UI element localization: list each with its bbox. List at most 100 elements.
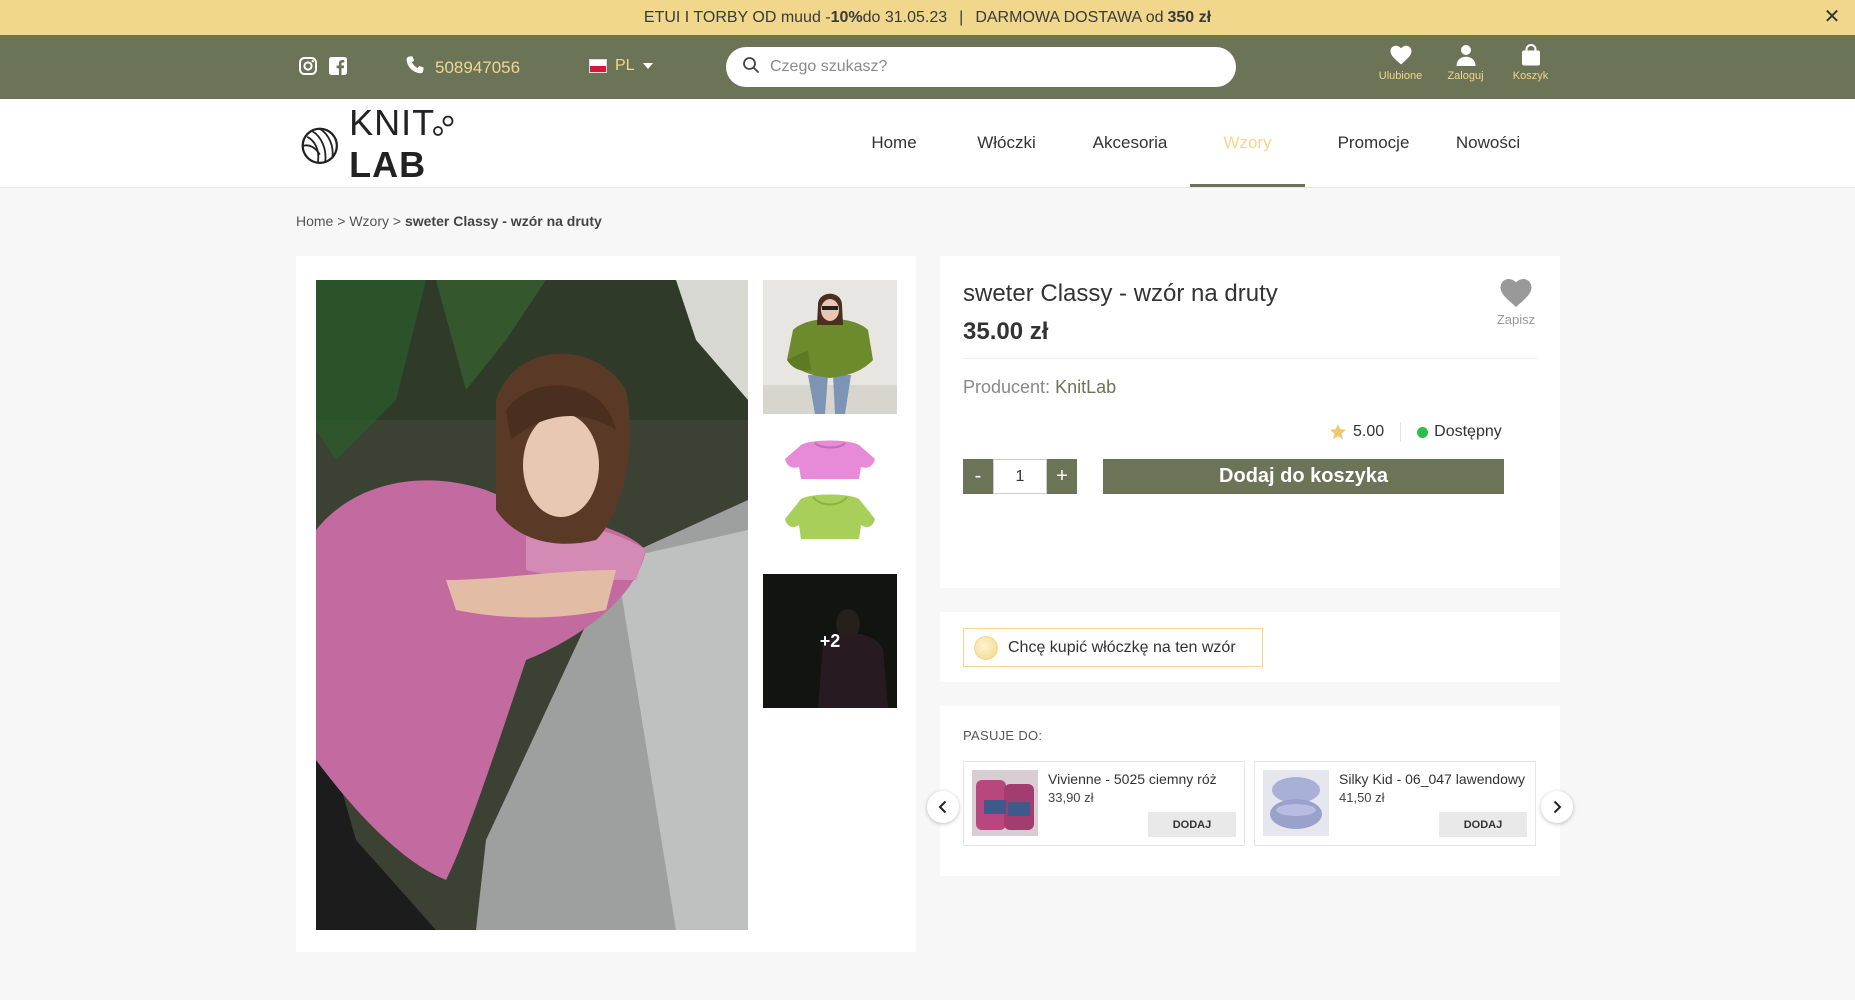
related-add-button[interactable]: DODAJ bbox=[1439, 812, 1527, 837]
promo-separator: | bbox=[959, 8, 964, 26]
pink-yarn-image bbox=[972, 770, 1038, 836]
main-nav: Home Włóczki Akcesoria Wzory Promocje No… bbox=[845, 99, 1534, 187]
promo-threshold: 350 zł bbox=[1167, 8, 1212, 26]
language-selector[interactable]: PL bbox=[589, 57, 653, 75]
breadcrumb-home[interactable]: Home bbox=[296, 213, 333, 229]
availability-dot-icon bbox=[1417, 426, 1429, 438]
promo-text-1: ETUI I TORBY OD muud - bbox=[643, 8, 831, 26]
yarn-ball-icon bbox=[974, 635, 998, 660]
search-icon bbox=[742, 56, 760, 79]
related-add-button[interactable]: DODAJ bbox=[1148, 812, 1236, 837]
search-box bbox=[726, 47, 1236, 87]
producer-label: Producent: bbox=[963, 377, 1051, 397]
save-button[interactable]: Zapisz bbox=[1490, 278, 1542, 327]
knitlab-logo[interactable]: KNIT LAB bbox=[300, 102, 505, 185]
favorites-label: Ulubione bbox=[1378, 70, 1423, 82]
buy-yarn-label: Chcę kupić włóczkę na ten wzór bbox=[1008, 638, 1236, 656]
related-product-card[interactable]: Silky Kid - 06_047 lawendowy 41,50 zł DO… bbox=[1254, 761, 1536, 846]
availability-status: Dostępny bbox=[1434, 423, 1502, 440]
sweater-illustration-image bbox=[763, 427, 897, 561]
star-icon bbox=[1330, 424, 1346, 440]
nav-accessories[interactable]: Akcesoria bbox=[1070, 99, 1190, 187]
promo-close-button[interactable]: ✕ bbox=[1821, 6, 1843, 28]
breadcrumb: Home > Wzory > sweter Classy - wzór na d… bbox=[296, 213, 602, 229]
nav-promotions[interactable]: Promocje bbox=[1305, 99, 1442, 187]
promo-bar: ETUI I TORBY OD muud - 10% do 31.05.23 |… bbox=[0, 0, 1855, 35]
promo-discount: 10% bbox=[830, 8, 863, 26]
search-input[interactable] bbox=[770, 58, 1190, 76]
rating-availability: 5.00 Dostępny bbox=[1329, 422, 1502, 442]
carousel-prev-button[interactable] bbox=[927, 791, 959, 823]
product-info: sweter Classy - wzór na druty 35.00 zł Z… bbox=[940, 256, 1560, 588]
nav-new[interactable]: Nowości bbox=[1442, 99, 1534, 187]
instagram-icon[interactable] bbox=[298, 56, 318, 76]
related-product-price: 33,90 zł bbox=[1048, 790, 1094, 805]
related-title: PASUJE DO: bbox=[963, 728, 1043, 743]
related-products: PASUJE DO: Vivienne - 5025 ciemny róż 33… bbox=[927, 706, 1573, 876]
thumbnail-1[interactable] bbox=[763, 280, 897, 414]
heart-icon bbox=[1500, 279, 1532, 307]
related-product-image bbox=[1263, 770, 1329, 836]
poland-flag-icon bbox=[589, 59, 607, 73]
related-product-name: Silky Kid - 06_047 lawendowy bbox=[1339, 771, 1525, 787]
product-price: 35.00 zł bbox=[963, 318, 1049, 345]
buy-yarn-section: Chcę kupić włóczkę na ten wzór bbox=[940, 612, 1560, 682]
favorites-button[interactable]: Ulubione bbox=[1368, 43, 1433, 82]
rating-value: 5.00 bbox=[1353, 423, 1385, 440]
breadcrumb-separator: > bbox=[337, 213, 346, 229]
buy-yarn-button[interactable]: Chcę kupić włóczkę na ten wzór bbox=[963, 628, 1263, 667]
logo-wordmark: KNIT LAB bbox=[349, 102, 435, 185]
related-product-image bbox=[972, 770, 1038, 836]
cart-button[interactable]: Koszyk bbox=[1498, 43, 1563, 82]
quantity-minus-button[interactable]: - bbox=[963, 459, 993, 494]
info-divider bbox=[963, 358, 1537, 359]
bubbles-icon bbox=[433, 115, 454, 136]
thumbnail-more[interactable]: +2 bbox=[763, 574, 897, 708]
user-icon bbox=[1456, 45, 1475, 66]
nav-yarns[interactable]: Włóczki bbox=[943, 99, 1070, 187]
login-label: Zaloguj bbox=[1447, 70, 1484, 82]
chevron-left-icon bbox=[938, 800, 947, 814]
main-product-photo[interactable] bbox=[316, 280, 748, 930]
nav-home[interactable]: Home bbox=[845, 99, 943, 187]
social-links bbox=[298, 56, 348, 76]
thumbnail-2[interactable] bbox=[763, 427, 897, 561]
woman-in-pink-sweater-image bbox=[316, 280, 748, 930]
login-button[interactable]: Zaloguj bbox=[1433, 43, 1498, 82]
language-code: PL bbox=[615, 57, 635, 74]
top-bar: 508947056 PL Ulubione Zaloguj Koszyk bbox=[0, 35, 1855, 99]
phone-number: 508947056 bbox=[435, 57, 521, 77]
carousel-next-button[interactable] bbox=[1541, 791, 1573, 823]
phone-icon bbox=[405, 55, 425, 80]
chevron-down-icon bbox=[642, 63, 653, 69]
breadcrumb-patterns[interactable]: Wzory bbox=[349, 213, 389, 229]
related-product-card[interactable]: Vivienne - 5025 ciemny róż 33,90 zł DODA… bbox=[963, 761, 1245, 846]
bag-icon bbox=[1521, 43, 1540, 66]
user-actions: Ulubione Zaloguj Koszyk bbox=[1368, 43, 1563, 82]
promo-text-2: do 31.05.23 bbox=[862, 8, 948, 26]
site-header: KNIT LAB Home Włóczki Akcesoria Wzory Pr… bbox=[0, 99, 1855, 188]
quantity-stepper: - + bbox=[963, 459, 1077, 494]
nav-patterns[interactable]: Wzory bbox=[1190, 99, 1305, 187]
breadcrumb-current: sweter Classy - wzór na druty bbox=[404, 213, 602, 229]
facebook-icon[interactable] bbox=[328, 56, 348, 76]
rating-divider bbox=[1400, 422, 1402, 442]
product-gallery: +2 bbox=[296, 256, 916, 952]
breadcrumb-separator: > bbox=[392, 213, 402, 229]
chevron-right-icon bbox=[1553, 800, 1562, 814]
add-to-cart-button[interactable]: Dodaj do koszyka bbox=[1103, 459, 1504, 494]
related-product-price: 41,50 zł bbox=[1339, 790, 1385, 805]
quantity-input[interactable] bbox=[993, 459, 1047, 494]
lavender-yarn-image bbox=[1263, 770, 1329, 836]
quantity-plus-button[interactable]: + bbox=[1047, 459, 1077, 494]
more-photos-count: +2 bbox=[819, 630, 841, 651]
cart-label: Koszyk bbox=[1512, 70, 1549, 82]
product-title: sweter Classy - wzór na druty bbox=[963, 280, 1278, 307]
woman-in-green-sweater-image bbox=[763, 280, 897, 414]
yarn-ball-logo-icon bbox=[301, 127, 338, 165]
producer: Producent: KnitLab bbox=[963, 377, 1116, 398]
save-label: Zapisz bbox=[1496, 312, 1536, 327]
phone-link[interactable]: 508947056 bbox=[405, 55, 520, 80]
heart-icon bbox=[1390, 45, 1411, 65]
producer-name[interactable]: KnitLab bbox=[1055, 377, 1116, 397]
